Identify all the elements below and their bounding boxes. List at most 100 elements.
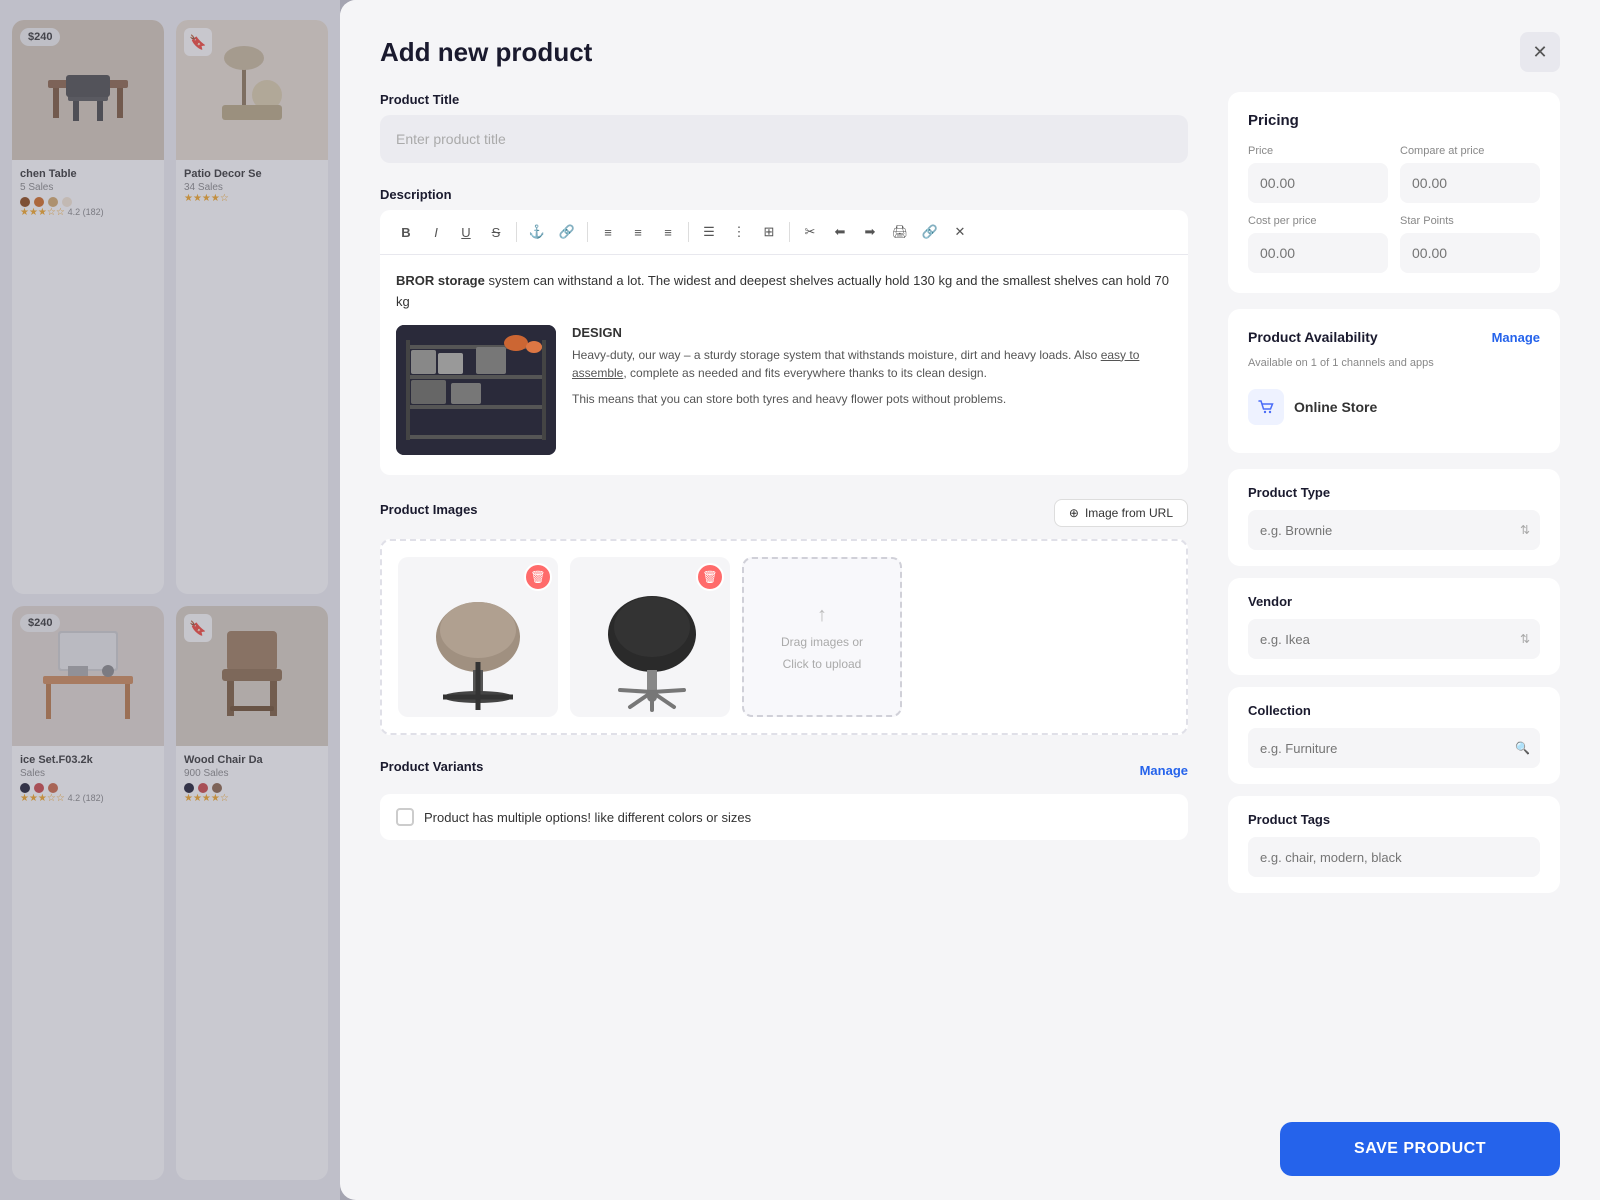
toolbar-anchor[interactable]: ⚓ xyxy=(523,218,551,246)
price-input[interactable] xyxy=(1248,163,1388,203)
editor-body-text: BROR storage system can withstand a lot.… xyxy=(396,271,1172,313)
toolbar-strikethrough[interactable]: S xyxy=(482,218,510,246)
compare-price-wrapper: Compare at price xyxy=(1400,145,1540,203)
product-type-title: Product Type xyxy=(1248,485,1540,500)
images-header: Product Images ⊕ Image from URL xyxy=(380,499,1188,527)
product-tags-title: Product Tags xyxy=(1248,812,1540,827)
toolbar-clear[interactable]: ✕ xyxy=(946,218,974,246)
upload-text-1: Drag images or xyxy=(781,635,863,649)
toolbar-cut[interactable]: ✂ xyxy=(796,218,824,246)
toolbar-indent[interactable]: ➡ xyxy=(856,218,884,246)
channel-name: Online Store xyxy=(1294,399,1377,415)
modal-footer: SAVE PRODUCT xyxy=(340,1106,1600,1200)
editor-wrapper: B I U S ⚓ 🔗 ≡ ≡ ≡ ☰ ⋮ ⊞ xyxy=(380,210,1188,475)
toolbar-underline[interactable]: U xyxy=(452,218,480,246)
image-slot-2: 🗑 xyxy=(570,557,730,717)
vendor-card: Vendor xyxy=(1228,578,1560,675)
toolbar-link[interactable]: 🔗 xyxy=(553,218,581,246)
product-images-section: Product Images ⊕ Image from URL xyxy=(380,499,1188,735)
product-variants-label: Product Variants xyxy=(380,759,483,774)
product-type-input[interactable] xyxy=(1248,510,1540,550)
save-product-button[interactable]: SAVE PRODUCT xyxy=(1280,1122,1560,1176)
product-variants-section: Product Variants Manage Product has mult… xyxy=(380,759,1188,840)
toolbar-align-center[interactable]: ≡ xyxy=(624,218,652,246)
pricing-card: Pricing Price Compare at price Cost per … xyxy=(1228,92,1560,293)
images-grid: 🗑 xyxy=(380,539,1188,735)
collection-search-wrapper xyxy=(1248,728,1540,768)
variant-checkbox-row: Product has multiple options! like diffe… xyxy=(380,794,1188,840)
design-title: DESIGN xyxy=(572,325,1172,340)
modal-body: Product Title Description B I U S ⚓ 🔗 xyxy=(340,92,1600,1106)
toolbar-align-left[interactable]: ≡ xyxy=(594,218,622,246)
star-points-label: Star Points xyxy=(1400,215,1540,227)
plus-icon: ⊕ xyxy=(1069,506,1079,520)
vendor-select-wrapper xyxy=(1248,619,1540,659)
availability-manage-link[interactable]: Manage xyxy=(1492,330,1540,345)
price-grid: Price Compare at price Cost per price St… xyxy=(1248,145,1540,273)
product-title-label: Product Title xyxy=(380,92,1188,107)
compare-price-input[interactable] xyxy=(1400,163,1540,203)
star-points-wrapper: Star Points xyxy=(1400,215,1540,273)
design-text-section: DESIGN Heavy-duty, our way – a sturdy st… xyxy=(572,325,1172,455)
price-label: Price xyxy=(1248,145,1388,157)
toolbar-divider-4 xyxy=(789,222,790,242)
collection-card: Collection xyxy=(1228,687,1560,784)
availability-title: Product Availability xyxy=(1248,329,1378,345)
collection-title: Collection xyxy=(1248,703,1540,718)
design-text-2: This means that you can store both tyres… xyxy=(572,390,1172,408)
variants-checkbox[interactable] xyxy=(396,808,414,826)
design-link[interactable]: easy to assemble xyxy=(572,348,1139,380)
cost-label: Cost per price xyxy=(1248,215,1388,227)
modal-title: Add new product xyxy=(380,37,592,68)
upload-image-slot[interactable]: ↑ Drag images or Click to upload xyxy=(742,557,902,717)
channel-icon xyxy=(1248,389,1284,425)
toolbar-print[interactable]: 🖨 xyxy=(886,218,914,246)
editor-bold-text: BROR storage xyxy=(396,273,485,288)
cost-price-input[interactable] xyxy=(1248,233,1388,273)
cost-price-wrapper: Cost per price xyxy=(1248,215,1388,273)
description-section: Description B I U S ⚓ 🔗 ≡ ≡ ≡ xyxy=(380,187,1188,475)
add-product-modal: Add new product ✕ Product Title Descript… xyxy=(340,0,1600,1200)
collection-input[interactable] xyxy=(1248,728,1540,768)
product-type-select-wrapper xyxy=(1248,510,1540,550)
toolbar-outdent[interactable]: ⬅ xyxy=(826,218,854,246)
star-points-input[interactable] xyxy=(1400,233,1540,273)
channel-row: Online Store xyxy=(1248,381,1540,433)
modal-header: Add new product ✕ xyxy=(340,0,1600,92)
vendor-title: Vendor xyxy=(1248,594,1540,609)
toolbar-list-ul[interactable]: ☰ xyxy=(695,218,723,246)
image-slot-1: 🗑 xyxy=(398,557,558,717)
delete-image-2-button[interactable]: 🗑 xyxy=(696,563,724,591)
toolbar-bold[interactable]: B xyxy=(392,218,420,246)
description-label: Description xyxy=(380,187,1188,202)
toolbar-divider-1 xyxy=(516,222,517,242)
product-type-card: Product Type xyxy=(1228,469,1560,566)
right-column: Pricing Price Compare at price Cost per … xyxy=(1220,92,1560,1086)
vendor-input[interactable] xyxy=(1248,619,1540,659)
image-from-url-button[interactable]: ⊕ Image from URL xyxy=(1054,499,1188,527)
design-text-1: Heavy-duty, our way – a sturdy storage s… xyxy=(572,346,1172,382)
product-title-section: Product Title xyxy=(380,92,1188,163)
toolbar-italic[interactable]: I xyxy=(422,218,450,246)
toolbar-divider-2 xyxy=(587,222,588,242)
toolbar-table[interactable]: ⊞ xyxy=(755,218,783,246)
close-button[interactable]: ✕ xyxy=(1520,32,1560,72)
product-images-label: Product Images xyxy=(380,502,478,517)
toolbar-link2[interactable]: 🔗 xyxy=(916,218,944,246)
toolbar-list-ol[interactable]: ⋮ xyxy=(725,218,753,246)
availability-header: Product Availability Manage xyxy=(1248,329,1540,345)
delete-image-1-button[interactable]: 🗑 xyxy=(524,563,552,591)
variants-header: Product Variants Manage xyxy=(380,759,1188,782)
product-tags-card: Product Tags xyxy=(1228,796,1560,893)
variants-checkbox-label: Product has multiple options! like diffe… xyxy=(424,810,751,825)
product-title-input[interactable] xyxy=(380,115,1188,163)
editor-shelf-image xyxy=(396,325,556,455)
left-column: Product Title Description B I U S ⚓ 🔗 xyxy=(380,92,1220,1086)
editor-content[interactable]: BROR storage system can withstand a lot.… xyxy=(380,255,1188,475)
variants-manage-link[interactable]: Manage xyxy=(1140,763,1188,778)
toolbar-divider-3 xyxy=(688,222,689,242)
price-field-wrapper: Price xyxy=(1248,145,1388,203)
product-tags-input[interactable] xyxy=(1248,837,1540,877)
toolbar-align-right[interactable]: ≡ xyxy=(654,218,682,246)
upload-text-2: Click to upload xyxy=(783,657,862,671)
